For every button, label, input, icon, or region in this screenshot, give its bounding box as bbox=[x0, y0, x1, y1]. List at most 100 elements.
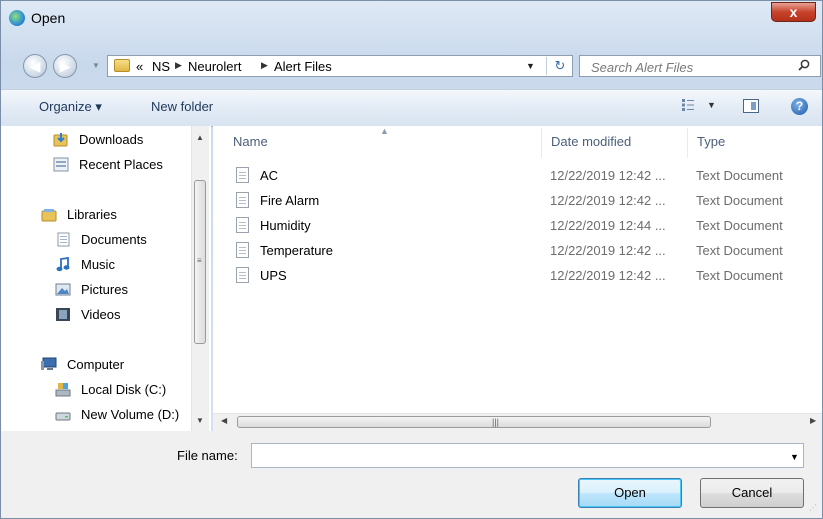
horizontal-scrollbar[interactable]: ◀ ||| ▶ bbox=[213, 413, 822, 431]
file-type: Text Document bbox=[696, 193, 783, 208]
address-dropdown-icon[interactable]: ▼ bbox=[526, 61, 535, 71]
nav-label-recent-places: Recent Places bbox=[79, 157, 163, 172]
file-row[interactable]: AC 12/22/2019 12:42 ... Text Document bbox=[233, 164, 823, 189]
file-name: Humidity bbox=[260, 218, 311, 233]
navigation-bar: ◀ ▶ ▼ « NS ▶ Neurolert ▶ Alert Files ▼ ↻ bbox=[1, 45, 822, 85]
computer-icon bbox=[41, 357, 57, 370]
file-type: Text Document bbox=[696, 243, 783, 258]
downloads-icon bbox=[53, 133, 68, 147]
column-divider[interactable] bbox=[541, 128, 542, 158]
file-type: Text Document bbox=[696, 268, 783, 283]
window-title: Open bbox=[31, 10, 66, 26]
history-buttons: ◀ ▶ bbox=[23, 54, 89, 78]
breadcrumb-neurolert[interactable]: Neurolert bbox=[188, 59, 241, 74]
file-date: 12/22/2019 12:42 ... bbox=[550, 168, 666, 183]
search-box[interactable] bbox=[579, 55, 821, 78]
search-input[interactable] bbox=[580, 56, 803, 78]
videos-icon bbox=[56, 308, 70, 321]
file-name-dropdown-icon[interactable]: ▼ bbox=[790, 452, 799, 462]
address-bar[interactable]: « NS ▶ Neurolert ▶ Alert Files ▼ ↻ bbox=[107, 55, 573, 77]
app-icon bbox=[9, 10, 25, 26]
file-date: 12/22/2019 12:42 ... bbox=[550, 243, 666, 258]
preview-pane-icon[interactable] bbox=[743, 99, 759, 113]
scroll-right-icon[interactable]: ▶ bbox=[810, 416, 816, 425]
nav-label-libraries: Libraries bbox=[67, 207, 117, 222]
grip-icon: ||| bbox=[492, 417, 500, 427]
scroll-down-icon[interactable]: ▼ bbox=[196, 416, 204, 425]
nav-label-music: Music bbox=[81, 257, 115, 272]
column-header-type[interactable]: Type bbox=[697, 134, 725, 149]
breadcrumb-overflow[interactable]: « bbox=[136, 59, 143, 74]
nav-label-pictures: Pictures bbox=[81, 282, 128, 297]
command-bar: Organize ▾ New folder ▼ ? bbox=[1, 89, 822, 127]
breadcrumb-separator-icon[interactable]: ▶ bbox=[261, 60, 268, 71]
title-bar: Open x bbox=[1, 1, 822, 35]
file-list: ▲ Name Date modified Type AC 12/22/2019 … bbox=[213, 126, 822, 431]
file-row[interactable]: Humidity 12/22/2019 12:44 ... Text Docum… bbox=[233, 214, 823, 239]
new-folder-button[interactable]: New folder bbox=[151, 99, 213, 114]
file-name: UPS bbox=[260, 268, 287, 283]
open-button[interactable]: Open bbox=[578, 478, 682, 508]
cancel-button[interactable]: Cancel bbox=[700, 478, 804, 508]
file-name-label: File name: bbox=[177, 448, 238, 463]
breadcrumb-separator-icon[interactable]: ▶ bbox=[175, 60, 182, 71]
organize-button[interactable]: Organize ▾ bbox=[39, 99, 102, 115]
libraries-icon bbox=[41, 209, 57, 222]
forward-button[interactable]: ▶ bbox=[53, 54, 77, 78]
nav-label-new-volume: New Volume (D:) bbox=[81, 407, 180, 422]
column-divider[interactable] bbox=[687, 128, 688, 158]
view-options-arrow-icon[interactable]: ▼ bbox=[707, 100, 716, 110]
scrollbar-thumb[interactable]: ||| bbox=[237, 416, 711, 428]
file-type: Text Document bbox=[696, 168, 783, 183]
pictures-icon bbox=[55, 283, 71, 296]
file-type: Text Document bbox=[696, 218, 783, 233]
nav-label-computer: Computer bbox=[67, 357, 125, 372]
recent-places-icon bbox=[53, 157, 69, 172]
file-row[interactable]: Fire Alarm 12/22/2019 12:42 ... Text Doc… bbox=[233, 189, 823, 214]
recent-pages-arrow-icon[interactable]: ▼ bbox=[92, 61, 100, 70]
back-button[interactable]: ◀ bbox=[23, 54, 47, 78]
refresh-icon[interactable]: ↻ bbox=[546, 57, 573, 75]
nav-label-documents: Documents bbox=[81, 232, 147, 247]
scroll-left-icon[interactable]: ◀ bbox=[221, 416, 227, 425]
search-icon[interactable] bbox=[798, 59, 810, 71]
text-document-icon bbox=[236, 242, 249, 258]
music-icon bbox=[56, 257, 70, 272]
file-row[interactable]: UPS 12/22/2019 12:42 ... Text Document bbox=[233, 264, 823, 289]
file-name-field[interactable] bbox=[252, 444, 780, 469]
file-date: 12/22/2019 12:42 ... bbox=[550, 193, 666, 208]
drive-icon bbox=[55, 412, 71, 421]
file-name: Fire Alarm bbox=[260, 193, 320, 208]
file-date: 12/22/2019 12:44 ... bbox=[550, 218, 666, 233]
close-button[interactable]: x bbox=[771, 2, 816, 22]
sort-ascending-icon: ▲ bbox=[380, 126, 389, 136]
text-document-icon bbox=[236, 192, 249, 208]
open-dialog: Open x ◀ ▶ ▼ « NS ▶ Neurolert ▶ Alert Fi… bbox=[0, 0, 823, 519]
change-view-icon[interactable] bbox=[681, 98, 695, 112]
grip-icon: ≡ bbox=[197, 256, 202, 265]
file-row[interactable]: Temperature 12/22/2019 12:42 ... Text Do… bbox=[233, 239, 823, 264]
local-disk-icon bbox=[55, 383, 71, 397]
file-name: Temperature bbox=[260, 243, 333, 258]
folder-icon bbox=[114, 59, 130, 72]
nav-label-local-disk: Local Disk (C:) bbox=[81, 382, 167, 397]
file-name-combobox[interactable]: ▼ bbox=[251, 443, 804, 469]
text-document-icon bbox=[236, 267, 249, 283]
nav-label-downloads: Downloads bbox=[79, 132, 144, 147]
dialog-footer: File name: ▼ Open Cancel ⋰ bbox=[1, 431, 822, 518]
text-document-icon bbox=[236, 217, 249, 233]
text-document-icon bbox=[236, 167, 249, 183]
scroll-up-icon[interactable]: ▲ bbox=[196, 133, 204, 142]
file-date: 12/22/2019 12:42 ... bbox=[550, 268, 666, 283]
breadcrumb-ns[interactable]: NS bbox=[152, 59, 170, 74]
nav-label-videos: Videos bbox=[81, 307, 121, 322]
navigation-scrollbar[interactable]: ▲ ≡ ▼ bbox=[191, 126, 209, 431]
resize-grip-icon[interactable]: ⋰ bbox=[809, 503, 817, 512]
navigation-pane: Downloads Recent Places Libraries Docume… bbox=[1, 126, 211, 431]
file-name: AC bbox=[260, 168, 279, 183]
column-header-date-modified[interactable]: Date modified bbox=[551, 134, 631, 149]
breadcrumb-alert-files[interactable]: Alert Files bbox=[274, 59, 332, 74]
help-icon[interactable]: ? bbox=[791, 98, 808, 115]
documents-icon bbox=[57, 232, 70, 247]
column-header-name[interactable]: Name bbox=[233, 134, 268, 149]
